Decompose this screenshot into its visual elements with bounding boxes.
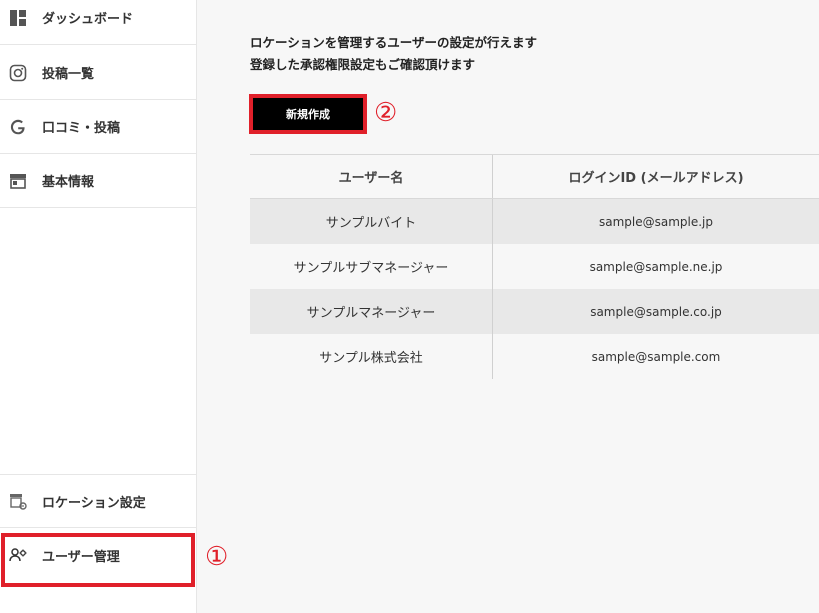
table-row[interactable]: サンプル株式会社 sample@sample.com [250,334,819,379]
user-email-cell: sample@sample.jp [598,214,714,229]
column-header-username: ユーザー名 [250,155,493,198]
highlight-user-management [1,533,195,587]
sidebar-item-label: 投稿一覧 [42,67,95,82]
user-name-cell: サンプルマネージャー [250,289,493,334]
store-icon [8,171,28,191]
user-email-cell: sample@sample.com [591,349,721,364]
dashboard-icon [8,8,28,28]
sidebar-item-reviews[interactable]: 口コミ・投稿 [0,100,197,154]
sidebar-item-location-settings[interactable]: ロケーション設定 [0,474,197,528]
user-table: ユーザー名 ログインID (メールアドレス) サンプルバイト sample@sa… [250,154,819,379]
table-header-row: ユーザー名 ログインID (メールアドレス) [250,155,819,199]
user-email-cell: sample@sample.ne.jp [589,259,723,274]
page-description: ロケーションを管理するユーザーの設定が行えます 登録した承認権限設定もご確認頂け… [250,32,537,76]
table-row[interactable]: サンプルマネージャー sample@sample.co.jp [250,289,819,334]
annotation-marker-2: ② [374,98,398,128]
user-name-cell: サンプル株式会社 [250,334,493,379]
sidebar-item-posts[interactable]: 投稿一覧 [0,46,197,100]
new-create-button[interactable]: 新規作成 [253,98,363,130]
highlight-new-button: 新規作成 [249,94,367,134]
sidebar-item-label: 口コミ・投稿 [42,121,121,136]
sidebar-item-label: ダッシュボード [42,12,134,27]
table-row[interactable]: サンプルバイト sample@sample.jp [250,199,819,244]
column-header-login-id: ログインID (メールアドレス) [568,171,744,186]
user-email-cell: sample@sample.co.jp [590,304,722,319]
google-icon [8,117,28,137]
main-content: ロケーションを管理するユーザーの設定が行えます 登録した承認権限設定もご確認頂け… [198,0,819,613]
user-name-cell: サンプルバイト [250,199,493,244]
sidebar-item-label: 基本情報 [42,175,95,190]
user-name-cell: サンプルサブマネージャー [250,244,493,289]
description-line-2: 登録した承認権限設定もご確認頂けます [250,57,476,72]
table-row[interactable]: サンプルサブマネージャー sample@sample.ne.jp [250,244,819,289]
location-settings-icon [8,491,28,511]
sidebar-item-dashboard[interactable]: ダッシュボード [0,0,197,45]
sidebar: ダッシュボード 投稿一覧 口コミ・投稿 基本情報 ロケーション設定 ユーザー管理 [0,0,197,613]
instagram-icon [8,63,28,83]
sidebar-item-basic-info[interactable]: 基本情報 [0,154,197,208]
description-line-1: ロケーションを管理するユーザーの設定が行えます [250,35,538,50]
sidebar-item-label: ロケーション設定 [42,495,146,511]
